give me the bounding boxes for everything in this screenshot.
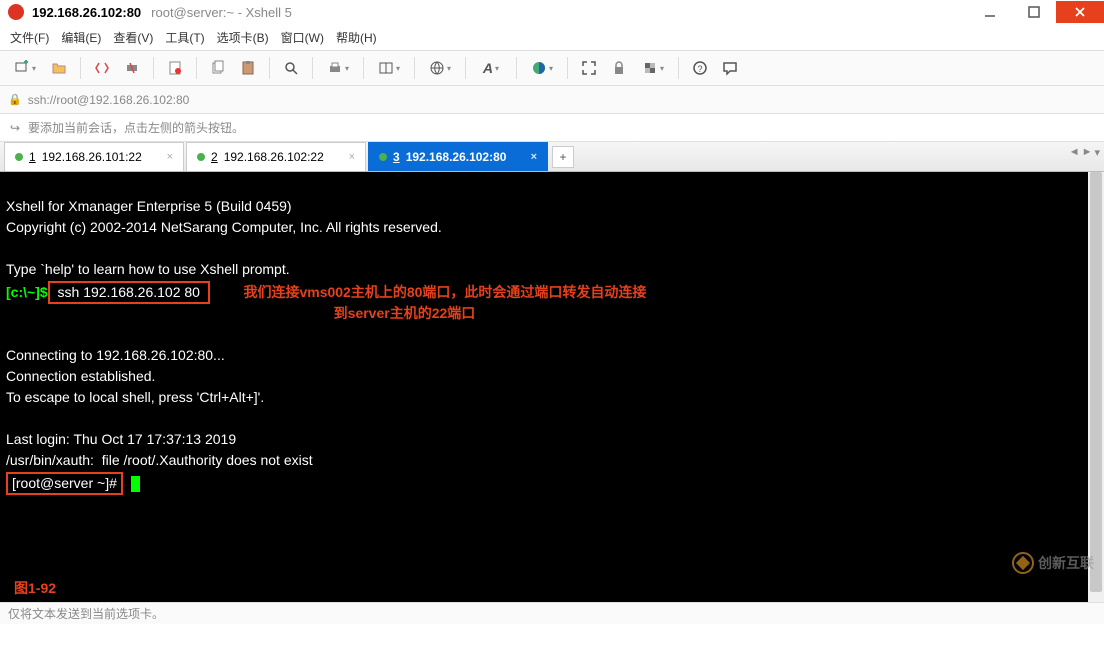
toolbar-separator: [414, 57, 415, 79]
terminal-prompt: [c:\~]$: [6, 284, 48, 300]
tab-list-icon[interactable]: ▾: [1094, 146, 1100, 159]
toolbar-separator: [363, 57, 364, 79]
info-bar-text: 要添加当前会话，点击左侧的箭头按钮。: [28, 119, 244, 136]
properties-button[interactable]: [162, 55, 188, 81]
find-button[interactable]: [278, 55, 304, 81]
status-text: 仅将文本发送到当前选项卡。: [8, 605, 164, 622]
tab-number: 3: [393, 150, 400, 164]
tab-3[interactable]: 3 192.168.26.102:80 ×: [368, 142, 548, 171]
fullscreen-button[interactable]: [576, 55, 602, 81]
close-button[interactable]: [1056, 1, 1104, 23]
tab-1[interactable]: 1 192.168.26.101:22 ×: [4, 142, 184, 171]
menu-edit[interactable]: 编辑(E): [61, 29, 101, 46]
font-button[interactable]: A: [474, 55, 508, 81]
watermark-icon: [1012, 552, 1034, 574]
menu-file[interactable]: 文件(F): [10, 29, 49, 46]
status-dot-icon: [379, 153, 387, 161]
tab-next-icon[interactable]: ►: [1082, 146, 1093, 159]
watermark: 创新互联: [1012, 552, 1094, 574]
status-bar: 仅将文本发送到当前选项卡。: [0, 602, 1104, 624]
menu-bar: 文件(F) 编辑(E) 查看(V) 工具(T) 选项卡(B) 窗口(W) 帮助(…: [0, 24, 1104, 50]
encoding-button[interactable]: [423, 55, 457, 81]
terminal-line: Xshell for Xmanager Enterprise 5 (Build …: [6, 198, 292, 214]
svg-text:?: ?: [697, 64, 702, 74]
tab-label: 192.168.26.102:22: [224, 150, 324, 164]
highlighted-prompt: [root@server ~]#: [6, 472, 123, 495]
tab-strip: 1 192.168.26.101:22 × 2 192.168.26.102:2…: [0, 142, 1104, 172]
info-bar: ↪ 要添加当前会话，点击左侧的箭头按钮。: [0, 114, 1104, 142]
terminal[interactable]: Xshell for Xmanager Enterprise 5 (Build …: [0, 172, 1104, 602]
scrollbar[interactable]: [1088, 172, 1104, 602]
copy-button[interactable]: [205, 55, 231, 81]
terminal-line: Last login: Thu Oct 17 17:37:13 2019: [6, 431, 236, 447]
toolbar-separator: [269, 57, 270, 79]
disconnect-button[interactable]: [119, 55, 145, 81]
tab-close-icon[interactable]: ×: [531, 151, 537, 163]
lock-icon: 🔒: [8, 93, 22, 106]
figure-label: 图1-92: [14, 579, 56, 598]
print-button[interactable]: [321, 55, 355, 81]
terminal-line: Connecting to 192.168.26.102:80...: [6, 347, 225, 363]
lock-button[interactable]: [606, 55, 632, 81]
toolbar-separator: [516, 57, 517, 79]
color-scheme-button[interactable]: [525, 55, 559, 81]
tab-close-icon[interactable]: ×: [167, 151, 173, 163]
toolbar-separator: [196, 57, 197, 79]
toolbar-separator: [153, 57, 154, 79]
annotation-text: 到server主机的22端口: [334, 305, 476, 321]
toolbar-separator: [312, 57, 313, 79]
new-session-button[interactable]: [8, 55, 42, 81]
watermark-text: 创新互联: [1038, 554, 1094, 573]
toolbar-separator: [567, 57, 568, 79]
terminal-line: Type `help' to learn how to use Xshell p…: [6, 261, 290, 277]
toolbar-separator: [465, 57, 466, 79]
status-dot-icon: [15, 153, 23, 161]
terminal-line: Copyright (c) 2002-2014 NetSarang Comput…: [6, 219, 442, 235]
feedback-button[interactable]: [717, 55, 743, 81]
app-icon: [8, 4, 24, 20]
tab-nav: ◄ ► ▾: [1069, 146, 1100, 159]
help-button[interactable]: ?: [687, 55, 713, 81]
tab-add-button[interactable]: +: [552, 146, 574, 168]
tab-label: 192.168.26.101:22: [42, 150, 142, 164]
status-dot-icon: [197, 153, 205, 161]
tab-2[interactable]: 2 192.168.26.102:22 ×: [186, 142, 366, 171]
tab-number: 1: [29, 150, 36, 164]
open-button[interactable]: [46, 55, 72, 81]
annotation-text: 我们连接vms002主机上的80端口，此时会通过端口转发自动连接: [243, 284, 646, 300]
window-title-sub: root@server:~ - Xshell 5: [151, 5, 292, 20]
reconnect-button[interactable]: [89, 55, 115, 81]
tab-prev-icon[interactable]: ◄: [1069, 146, 1080, 159]
terminal-line: /usr/bin/xauth: file /root/.Xauthority d…: [6, 452, 313, 468]
terminal-line: Connection established.: [6, 368, 155, 384]
minimize-button[interactable]: [968, 1, 1012, 23]
tab-label: 192.168.26.102:80: [406, 150, 507, 164]
toolbar: A ?: [0, 50, 1104, 86]
maximize-button[interactable]: [1012, 1, 1056, 23]
menu-help[interactable]: 帮助(H): [336, 29, 377, 46]
window-title-main: 192.168.26.102:80: [32, 5, 141, 20]
menu-tools[interactable]: 工具(T): [165, 29, 204, 46]
menu-tabs[interactable]: 选项卡(B): [217, 29, 269, 46]
menu-view[interactable]: 查看(V): [113, 29, 153, 46]
cursor-icon: [131, 476, 140, 492]
address-url[interactable]: ssh://root@192.168.26.102:80: [28, 93, 190, 107]
toolbar-separator: [80, 57, 81, 79]
transparency-button[interactable]: [636, 55, 670, 81]
tab-number: 2: [211, 150, 218, 164]
paste-button[interactable]: [235, 55, 261, 81]
layout-button[interactable]: [372, 55, 406, 81]
tab-close-icon[interactable]: ×: [349, 151, 355, 163]
terminal-line: To escape to local shell, press 'Ctrl+Al…: [6, 389, 264, 405]
address-bar: 🔒 ssh://root@192.168.26.102:80: [0, 86, 1104, 114]
toolbar-separator: [678, 57, 679, 79]
highlighted-command: ssh 192.168.26.102 80: [48, 281, 210, 304]
add-session-arrow-icon[interactable]: ↪: [8, 121, 22, 135]
scrollbar-thumb[interactable]: [1090, 172, 1102, 592]
menu-window[interactable]: 窗口(W): [281, 29, 324, 46]
title-bar: 192.168.26.102:80 root@server:~ - Xshell…: [0, 0, 1104, 24]
